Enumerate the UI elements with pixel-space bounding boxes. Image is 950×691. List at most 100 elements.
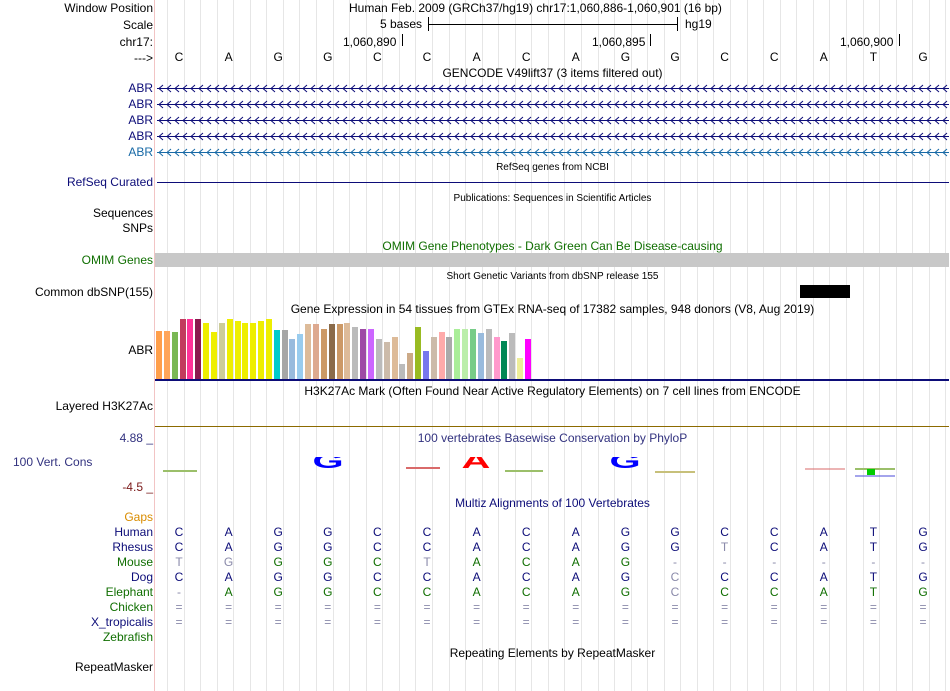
gtex-tissue-bar[interactable] bbox=[281, 330, 288, 379]
gtex-tissue-bar[interactable] bbox=[187, 319, 194, 379]
phylop-wiggle[interactable] bbox=[155, 446, 950, 482]
gencode-transcript-strand[interactable] bbox=[157, 99, 949, 110]
gtex-tissue-bar[interactable] bbox=[477, 333, 484, 379]
gtex-tissue-bar[interactable] bbox=[242, 323, 249, 379]
repeatmasker-label[interactable]: RepeatMasker bbox=[75, 660, 153, 675]
genome-browser-image[interactable]: Window Position Scale chr17: ---> Human … bbox=[0, 0, 950, 691]
alignment-base: C bbox=[373, 540, 382, 554]
gtex-tissue-bar[interactable] bbox=[399, 364, 406, 379]
alignment-base: = bbox=[721, 615, 729, 629]
gtex-tissue-bar[interactable] bbox=[493, 337, 500, 379]
gtex-tissue-bar[interactable] bbox=[336, 324, 343, 379]
gtex-tissue-bar[interactable] bbox=[470, 329, 476, 379]
gtex-tissue-bar[interactable] bbox=[360, 329, 367, 379]
gtex-tissue-bar[interactable] bbox=[454, 329, 461, 379]
snps-label[interactable]: SNPs bbox=[122, 221, 153, 236]
gencode-transcript-label[interactable]: ABR bbox=[128, 145, 153, 160]
gtex-tissue-bar[interactable] bbox=[328, 324, 335, 379]
species-label[interactable]: X_tropicalis bbox=[91, 615, 153, 630]
gtex-tissue-bar[interactable] bbox=[501, 341, 508, 379]
species-label[interactable]: Rhesus bbox=[112, 540, 153, 555]
gtex-tissue-bar[interactable] bbox=[156, 331, 162, 379]
gtex-tissue-bar[interactable] bbox=[179, 319, 186, 379]
gtex-tissue-bar[interactable] bbox=[430, 337, 437, 379]
strand-label[interactable]: ---> bbox=[134, 51, 153, 66]
gtex-tissue-bar[interactable] bbox=[234, 321, 241, 379]
alignment-base: A bbox=[472, 555, 481, 569]
omim-gene-bar[interactable] bbox=[155, 253, 949, 267]
gencode-transcript-label[interactable]: ABR bbox=[128, 129, 153, 144]
phylop-label[interactable]: 100 Vert. Cons bbox=[13, 455, 92, 469]
alignment-base: = bbox=[423, 615, 431, 629]
gaps-label[interactable]: Gaps bbox=[124, 510, 153, 525]
gtex-tissue-bar[interactable] bbox=[210, 332, 217, 379]
species-label[interactable]: Human bbox=[114, 525, 153, 540]
gencode-transcript-strand[interactable] bbox=[157, 147, 949, 158]
species-label[interactable]: Mouse bbox=[117, 555, 153, 570]
base-letter: A bbox=[224, 50, 233, 64]
base-letter: A bbox=[472, 50, 481, 64]
gtex-tissue-bar[interactable] bbox=[407, 353, 414, 379]
gencode-transcript-label[interactable]: ABR bbox=[128, 113, 153, 128]
species-label[interactable]: Chicken bbox=[110, 600, 153, 615]
dbsnp-variant[interactable] bbox=[800, 285, 850, 298]
gtex-tissue-bar[interactable] bbox=[517, 358, 524, 379]
gtex-tissue-bar[interactable] bbox=[171, 332, 178, 379]
species-label[interactable]: Zebrafish bbox=[103, 630, 153, 645]
gtex-tissue-bar[interactable] bbox=[344, 323, 351, 379]
gtex-tissue-bar[interactable] bbox=[352, 327, 359, 379]
gencode-transcript-label[interactable]: ABR bbox=[128, 81, 153, 96]
species-label[interactable]: Dog bbox=[131, 570, 153, 585]
alignment-base: A bbox=[571, 555, 580, 569]
alignment-base: = bbox=[473, 600, 481, 614]
gtex-tissue-bar[interactable] bbox=[305, 324, 312, 379]
gtex-gene-line bbox=[155, 379, 949, 381]
dbsnp-label[interactable]: Common dbSNP(155) bbox=[35, 285, 153, 300]
alignment-base: = bbox=[274, 600, 282, 614]
gtex-tissue-bar[interactable] bbox=[446, 337, 453, 379]
gtex-tissue-bar[interactable] bbox=[313, 324, 319, 379]
gtex-tissue-bar[interactable] bbox=[375, 339, 382, 379]
sequences-label[interactable]: Sequences bbox=[93, 206, 153, 221]
gtex-tissue-bar[interactable] bbox=[273, 330, 280, 379]
gtex-tissue-bar[interactable] bbox=[250, 323, 257, 379]
gtex-tissue-bar[interactable] bbox=[391, 337, 398, 379]
alignment-base: C bbox=[422, 570, 432, 584]
gtex-tissue-bar[interactable] bbox=[203, 323, 210, 379]
gtex-tissue-bar[interactable] bbox=[195, 319, 202, 379]
gtex-tissue-bar[interactable] bbox=[509, 333, 516, 379]
gtex-tissue-bar[interactable] bbox=[438, 332, 445, 379]
gtex-tissue-bar[interactable] bbox=[218, 323, 225, 379]
gtex-tissue-bar[interactable] bbox=[265, 319, 272, 379]
alignment-base: G bbox=[918, 525, 928, 539]
multiz-title: Multiz Alignments of 100 Vertebrates bbox=[455, 496, 650, 510]
gtex-tissue-bar[interactable] bbox=[226, 319, 233, 379]
gencode-transcript-strand[interactable] bbox=[157, 83, 949, 94]
gtex-tissue-bar[interactable] bbox=[367, 329, 374, 379]
refseq-gene-line[interactable] bbox=[157, 182, 949, 183]
alignment-base: = bbox=[522, 600, 530, 614]
gtex-tissue-bar[interactable] bbox=[415, 327, 422, 379]
gtex-tissue-bar[interactable] bbox=[383, 342, 390, 379]
ruler-tick-3 bbox=[899, 34, 900, 46]
gtex-bar-chart[interactable] bbox=[155, 317, 949, 379]
alignment-base: G bbox=[323, 540, 333, 554]
gencode-transcript-strand[interactable] bbox=[157, 131, 949, 142]
refseq-label[interactable]: RefSeq Curated bbox=[67, 175, 153, 190]
gtex-tissue-bar[interactable] bbox=[422, 351, 429, 379]
omim-label[interactable]: OMIM Genes bbox=[82, 253, 153, 268]
gtex-tissue-bar[interactable] bbox=[297, 334, 304, 379]
gtex-tissue-bar[interactable] bbox=[462, 329, 469, 379]
gtex-tissue-bar[interactable] bbox=[258, 321, 265, 379]
gtex-tissue-bar[interactable] bbox=[289, 339, 296, 379]
h3k27ac-label[interactable]: Layered H3K27Ac bbox=[56, 399, 153, 414]
gtex-tissue-bar[interactable] bbox=[485, 329, 492, 379]
gtex-tissue-bar[interactable] bbox=[163, 331, 170, 379]
gencode-transcript-label[interactable]: ABR bbox=[128, 97, 153, 112]
species-label[interactable]: Elephant bbox=[106, 585, 153, 600]
gtex-tissue-bar[interactable] bbox=[320, 329, 327, 379]
alignment-base: A bbox=[224, 585, 233, 599]
gtex-label[interactable]: ABR bbox=[128, 343, 153, 358]
gtex-tissue-bar[interactable] bbox=[524, 339, 531, 379]
gencode-transcript-strand[interactable] bbox=[157, 115, 949, 126]
